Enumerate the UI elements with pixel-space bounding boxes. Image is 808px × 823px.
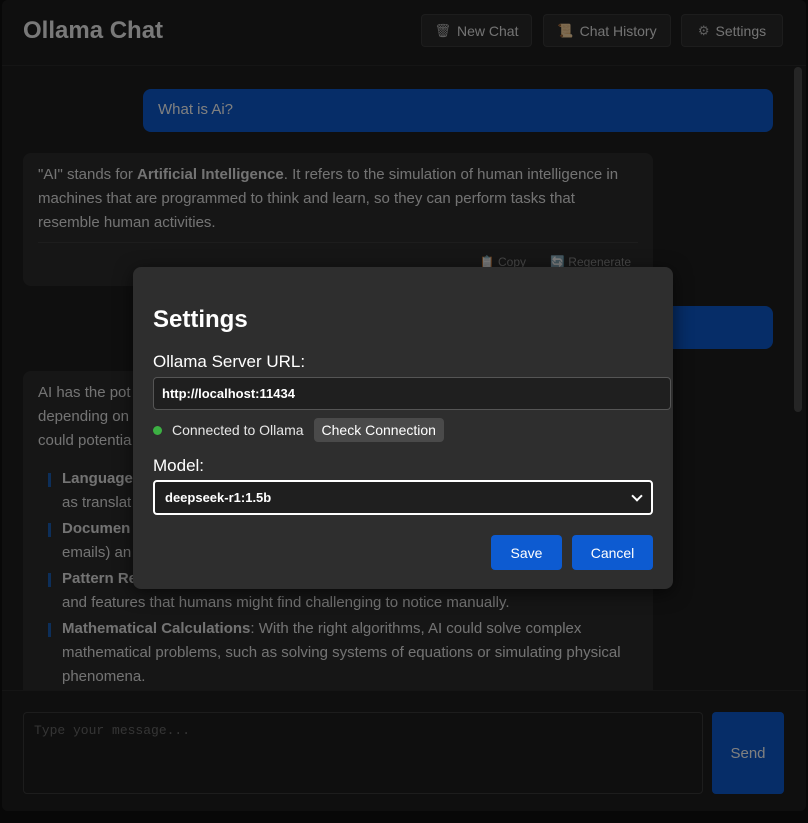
settings-modal: Settings Ollama Server URL: Connected to… bbox=[133, 267, 673, 589]
model-select[interactable]: deepseek-r1:1.5b bbox=[153, 480, 653, 515]
check-connection-button[interactable]: Check Connection bbox=[313, 418, 444, 442]
server-url-input[interactable] bbox=[153, 377, 671, 410]
server-url-label: Ollama Server URL: bbox=[153, 352, 306, 371]
settings-title: Settings bbox=[153, 306, 248, 333]
model-label: Model: bbox=[153, 456, 205, 475]
chevron-down-icon bbox=[631, 489, 643, 502]
connection-status: Connected to Ollama Check Connection bbox=[153, 418, 444, 442]
cancel-button[interactable]: Cancel bbox=[572, 535, 653, 570]
save-button[interactable]: Save bbox=[491, 535, 562, 570]
model-value: deepseek-r1:1.5b bbox=[165, 490, 272, 505]
status-dot-icon bbox=[153, 425, 162, 435]
status-text: Connected to Ollama bbox=[172, 422, 304, 438]
